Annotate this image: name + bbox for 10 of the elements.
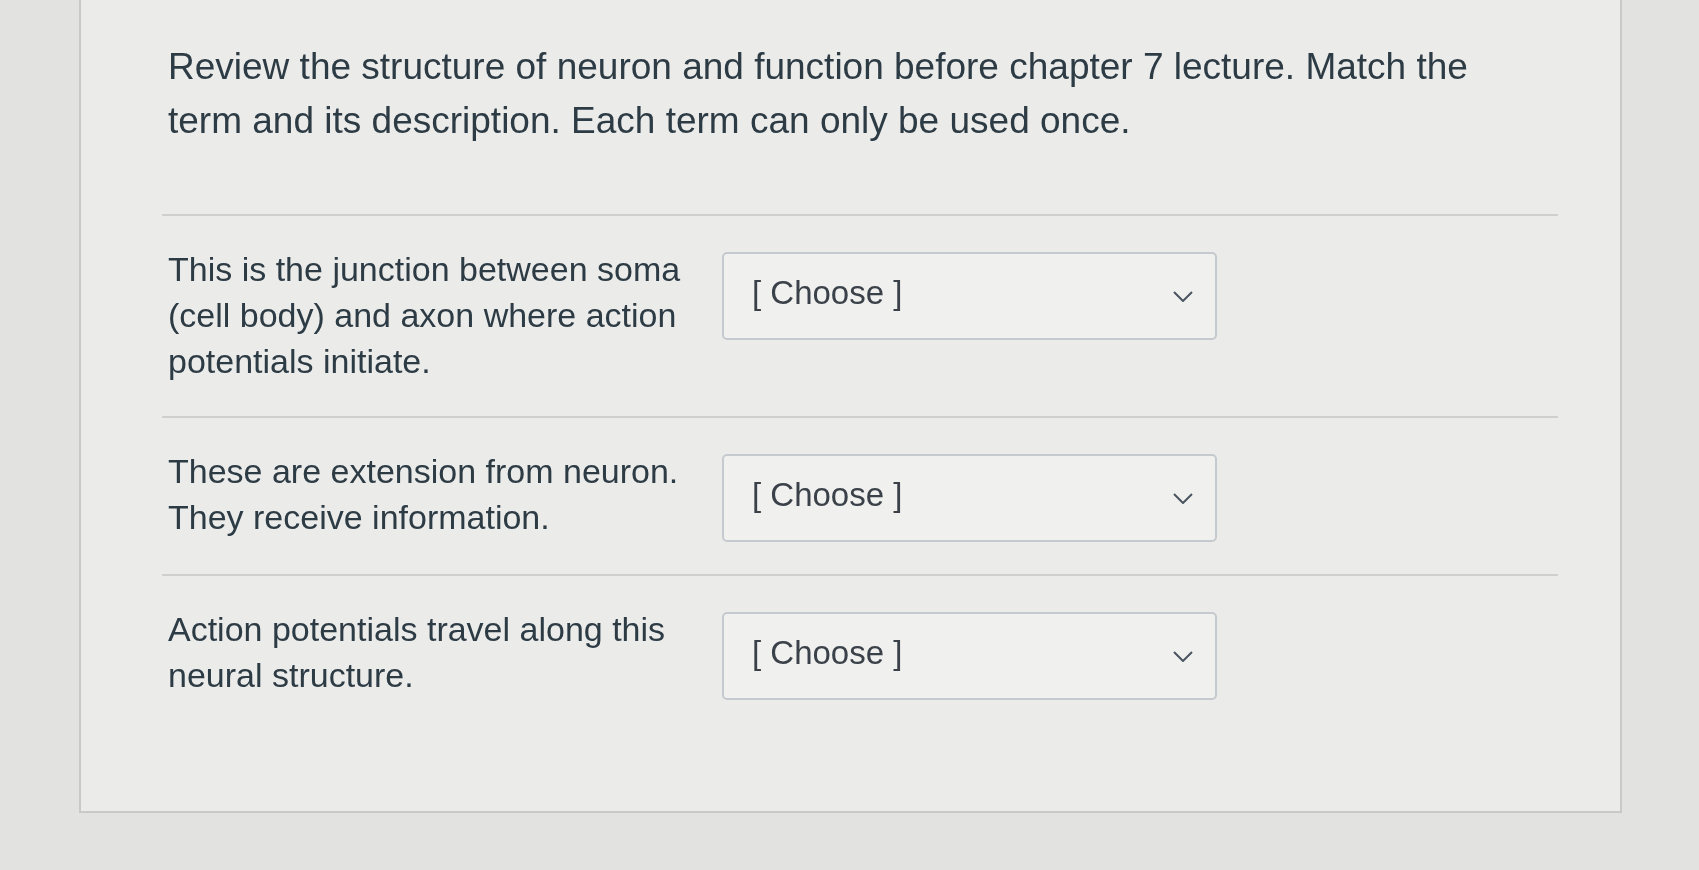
chevron-down-icon [1173,650,1193,662]
chevron-down-icon [1173,290,1193,302]
chevron-down-icon [1173,492,1193,504]
term-description: Action potentials travel along this neural structure. [168,609,667,696]
choose-dropdown[interactable]: [ Choose ] [722,252,1217,340]
choose-dropdown[interactable]: [ Choose ] [722,454,1217,542]
question-text: Review the structure of neuron and function before chapter 7 lecture. Match the term and its description. Each term can only be used once. [168,45,1469,143]
term-description: This is the junction between soma (cell body) and axon where action potentials initiate. [168,249,682,382]
term-description: These are extension from neuron. They receive information. [168,451,680,538]
choose-dropdown[interactable]: [ Choose ] [722,612,1217,700]
